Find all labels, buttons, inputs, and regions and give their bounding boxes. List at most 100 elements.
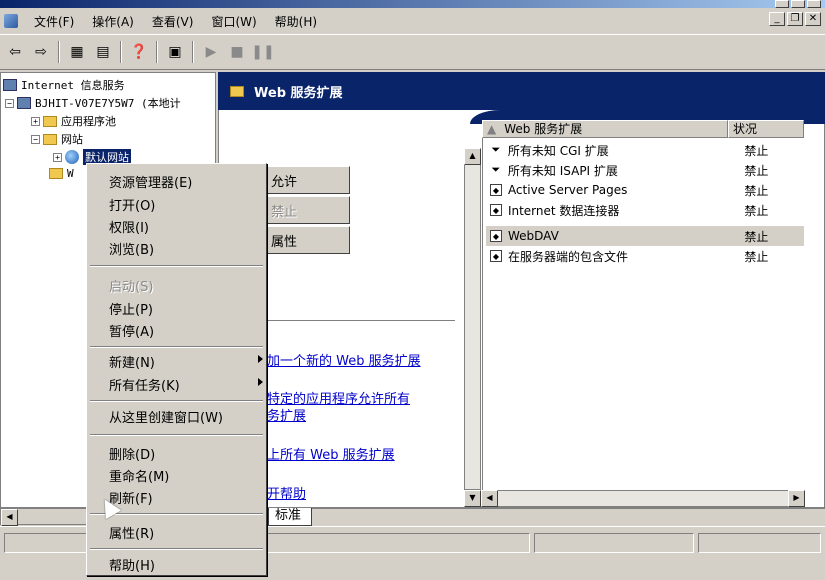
list-item[interactable]: ⏷ 所有未知 CGI 扩展 禁止 [486,140,804,160]
view-tabs [262,508,825,526]
sort-ascending-icon: ▲ [487,122,497,136]
tree-label-web-extensions: W [67,167,74,180]
column-header-extension[interactable]: ▲ Web 服务扩展 [482,120,728,138]
menu-item-stop[interactable]: 停止(P) [109,299,259,318]
allow-all-for-app-link-line2[interactable]: 务扩展 [267,405,306,424]
menu-item-browse[interactable]: 浏览(B) [109,239,259,258]
tree-node-websites[interactable]: − 网站 [31,131,83,147]
menu-item-properties[interactable]: 属性(R) [109,523,259,542]
list-item-status: 禁止 [744,143,769,158]
mdi-minimize-icon[interactable]: _ [769,12,785,26]
toolbar-separator [192,41,194,63]
expand-icon[interactable]: + [53,152,62,162]
add-web-extension-link[interactable]: 加一个新的 Web 服务扩展 [267,350,421,369]
filter-icon: ⏷ [491,143,501,156]
computer-icon[interactable]: ▣ [164,41,186,63]
menu-view[interactable]: 查看(V) [150,11,196,32]
menu-item-new-window[interactable]: 从这里创建窗口(W) [109,407,259,426]
list-item[interactable]: ◆ Internet 数据连接器 禁止 [486,200,804,220]
prohibit-button[interactable]: 禁止 [262,196,350,224]
menu-separator [90,265,263,267]
properties-button[interactable]: 属性 [262,226,350,254]
column-label-extension: Web 服务扩展 [504,122,583,136]
list-item[interactable]: ◆ 在服务器端的包含文件 禁止 [486,246,804,266]
maximize-window-button[interactable] [791,0,805,8]
show-tree-icon[interactable]: ▦ [66,41,88,63]
list-item[interactable]: ⏷ 所有未知 ISAPI 扩展 禁止 [486,160,804,180]
menu-item-explorer[interactable]: 资源管理器(E) [109,172,259,191]
menu-item-pause[interactable]: 暂停(A) [109,321,259,340]
list-item-selected[interactable]: ◆ WebDAV 禁止 [486,226,804,246]
list-item-name: 所有未知 CGI 扩展 [507,143,609,158]
list-item-status: 禁止 [744,183,769,198]
tree-label-app-pools: 应用程序池 [61,115,116,128]
forward-icon[interactable]: ⇨ [30,41,52,63]
minimize-window-button[interactable] [775,0,789,8]
tree-node-web-extensions[interactable]: W [49,167,74,180]
menu-item-permissions[interactable]: 权限(I) [109,217,259,236]
tree-node-computer[interactable]: − BJHIT-V07E7Y5W7 (本地计 [5,95,181,111]
extension-icon: ◆ [490,250,502,262]
list-item-name: 所有未知 ISAPI 扩展 [507,163,618,178]
mdi-window-controls: _ ❐ ✕ [769,12,821,26]
allow-button[interactable]: 允许 [262,166,350,194]
mmc-app-icon[interactable] [4,14,18,28]
scroll-down-icon[interactable]: ▼ [464,490,481,507]
vertical-scrollbar[interactable]: ▲ [464,148,481,490]
menu-item-delete[interactable]: 删除(D) [109,444,259,463]
scroll-left-icon[interactable]: ◀ [481,490,498,507]
close-window-button[interactable] [807,0,821,8]
export-icon[interactable]: ▤ [92,41,114,63]
menu-item-help[interactable]: 帮助(H) [109,555,259,574]
menu-item-new[interactable]: 新建(N) [109,352,263,371]
menu-item-new-label: 新建(N) [109,356,155,371]
list-item-status: 禁止 [744,203,769,218]
scroll-right-icon[interactable]: ▶ [788,490,805,507]
prohibit-all-extensions-link[interactable]: 上所有 Web 服务扩展 [267,444,395,463]
pause-icon[interactable]: ❚❚ [251,41,274,63]
toolbar-separator [58,41,60,63]
list-item-name: WebDAV [507,229,559,243]
mdi-close-icon[interactable]: ✕ [805,12,821,26]
list-horizontal-scrollbar[interactable]: ▼ ◀ ▶ [464,490,805,507]
back-icon[interactable]: ⇦ [4,41,26,63]
menu-item-open[interactable]: 打开(O) [109,195,259,214]
folder-icon [43,133,57,145]
extension-icon: ◆ [490,204,502,216]
column-header-status[interactable]: 状况 [728,120,804,138]
tab-standard[interactable]: 标准 [268,508,313,526]
extension-icon: ◆ [490,184,502,196]
menu-window[interactable]: 窗口(W) [209,11,258,32]
stop-icon[interactable]: ■ [226,41,248,63]
collapse-icon[interactable]: − [31,134,40,144]
collapse-icon[interactable]: − [5,98,14,108]
tree-label-iis: Internet 信息服务 [21,79,125,92]
play-icon[interactable]: ▶ [200,41,222,63]
tree-node-iis[interactable]: Internet 信息服务 [3,77,125,93]
menu-item-refresh[interactable]: 刷新(F) [109,488,259,507]
scroll-left-icon[interactable]: ◀ [1,509,18,526]
list-item-name: Active Server Pages [507,183,628,197]
folder-icon [49,168,63,179]
expand-icon[interactable]: + [31,116,40,126]
list-item[interactable]: ◆ Active Server Pages 禁止 [486,180,804,200]
web-extensions-banner: Web 服务扩展 [218,72,825,110]
tree-label-websites: 网站 [61,133,83,146]
toolbar-separator [120,41,122,63]
menu-item-all-tasks[interactable]: 所有任务(K) [109,375,263,394]
mdi-restore-icon[interactable]: ❐ [787,12,803,26]
menu-item-start[interactable]: 启动(S) [109,276,259,295]
scroll-up-icon[interactable]: ▲ [464,148,481,165]
menu-separator [90,548,263,550]
iis-icon [3,79,17,91]
open-help-link[interactable]: 开帮助 [267,483,306,502]
menu-file[interactable]: 文件(F) [32,11,76,32]
menu-help[interactable]: 帮助(H) [273,11,319,32]
tree-node-app-pools[interactable]: + 应用程序池 [31,113,116,129]
help-icon[interactable]: ❓ [128,41,150,63]
submenu-arrow-icon [258,378,263,386]
list-item-name: 在服务器端的包含文件 [507,249,628,264]
menu-item-rename[interactable]: 重命名(M) [109,466,259,485]
menu-separator [90,434,263,436]
menu-action[interactable]: 操作(A) [90,11,136,32]
